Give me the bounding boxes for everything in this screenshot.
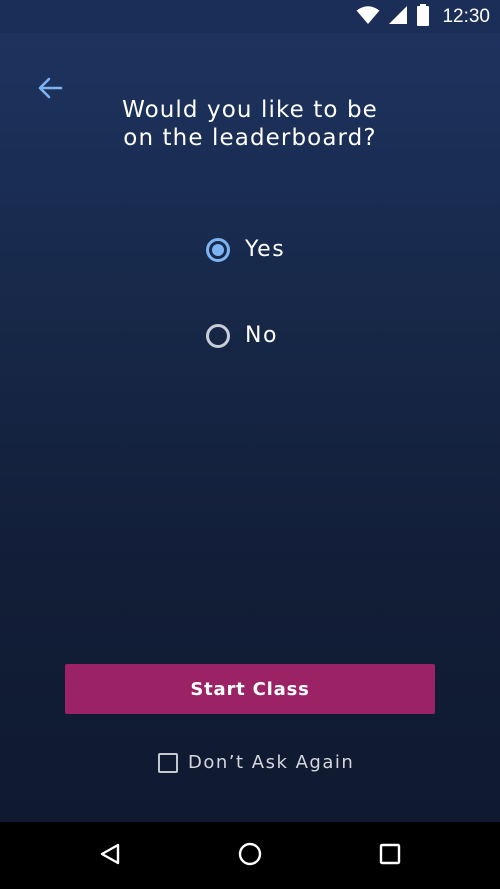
checkbox-unchecked-icon[interactable] [158, 752, 178, 773]
radio-checked-icon[interactable] [206, 237, 230, 262]
radio-option-yes[interactable]: Yes [206, 237, 285, 262]
radio-option-no[interactable]: No [206, 323, 278, 348]
radio-unchecked-icon[interactable] [206, 323, 230, 348]
question-line-1: Would you like to be [122, 97, 378, 123]
navigation-bar [0, 822, 500, 889]
wifi-icon [356, 5, 380, 29]
radio-label-no: No [245, 323, 279, 348]
cell-signal-icon [388, 5, 408, 29]
leaderboard-question: Would you like to be on the leaderboard? [60, 96, 440, 152]
dont-ask-again-label: Don’t Ask Again [188, 752, 355, 773]
dont-ask-again-checkbox[interactable]: Don’t Ask Again [158, 752, 354, 773]
nav-back-icon [98, 842, 122, 870]
nav-recents-button[interactable] [370, 836, 410, 876]
battery-icon [416, 3, 430, 30]
nav-home-button[interactable] [230, 836, 270, 876]
status-icons: 12:30 [356, 0, 490, 33]
radio-label-yes: Yes [245, 237, 286, 262]
status-time: 12:30 [442, 5, 490, 27]
status-bar: 12:30 [0, 0, 500, 33]
question-line-2: on the leaderboard? [123, 125, 377, 151]
start-class-button[interactable]: Start Class [65, 664, 435, 714]
nav-back-button[interactable] [90, 836, 130, 876]
leaderboard-screen: Would you like to be on the leaderboard?… [0, 33, 500, 822]
nav-home-icon [237, 841, 263, 871]
nav-recents-icon [378, 842, 402, 870]
